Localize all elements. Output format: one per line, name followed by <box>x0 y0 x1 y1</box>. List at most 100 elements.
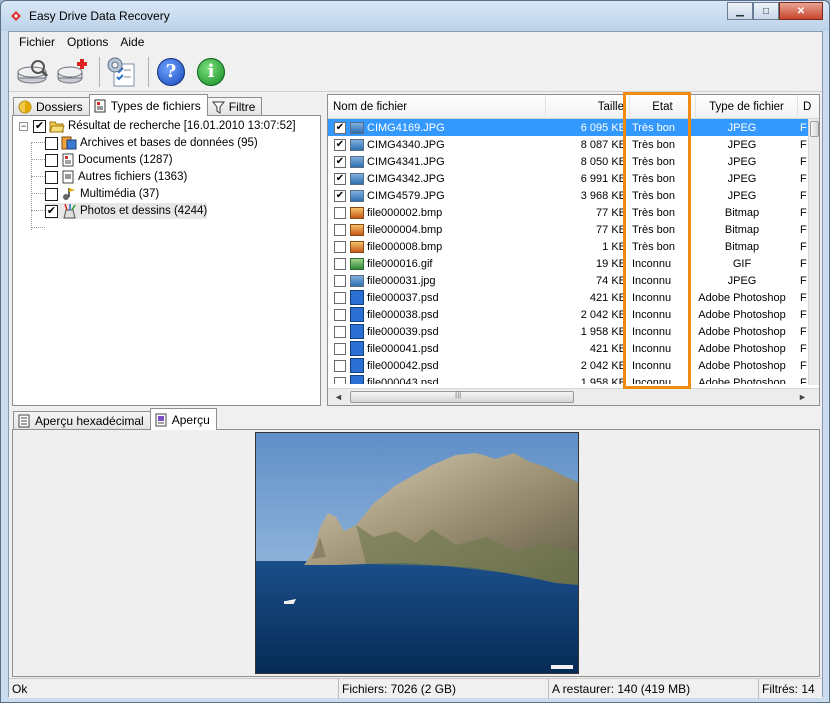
column-header-state[interactable]: Etat <box>630 95 696 119</box>
column-header-size[interactable]: Taille <box>546 95 630 119</box>
row-icon-cell <box>350 340 366 357</box>
file-name: file000004.bmp <box>367 223 443 236</box>
row-checkbox[interactable] <box>334 325 346 338</box>
preview-icon <box>155 413 167 426</box>
gif-file-icon <box>350 257 364 270</box>
multimedia-icon <box>63 188 75 200</box>
row-checkbox[interactable] <box>334 376 346 384</box>
tab-apercu[interactable]: Aperçu <box>149 408 217 430</box>
maximize-button[interactable]: □ <box>753 2 779 20</box>
collapse-toggle[interactable]: − <box>19 121 28 131</box>
tree-item-checkbox[interactable]: ✔ <box>45 204 58 218</box>
help-icon: ? <box>157 57 185 86</box>
add-drive-button[interactable] <box>55 55 91 89</box>
row-icon-cell <box>350 255 366 272</box>
table-row[interactable]: ✔ CIMG4169.JPG 6 095 KB Très bon JPEG F <box>328 119 808 136</box>
column-header-name[interactable]: Nom de fichier <box>328 95 546 119</box>
help-button[interactable]: ? <box>153 55 189 89</box>
menu-options[interactable]: Options <box>61 35 114 49</box>
row-checkbox[interactable]: ✔ <box>334 138 346 151</box>
psd-file-icon <box>350 358 364 373</box>
table-row[interactable]: file000016.gif 19 KB Inconnu GIF F <box>328 255 808 272</box>
tab-apercu-hexadecimal[interactable]: Aperçu hexadécimal <box>13 411 151 430</box>
tree-root-checkbox[interactable]: ✔ <box>33 119 46 133</box>
tab-filtre[interactable]: Filtre <box>206 97 263 116</box>
row-checkbox[interactable] <box>334 257 346 270</box>
table-row[interactable]: file000043.psd 1 958 KB Inconnu Adobe Photo… <box>328 374 808 384</box>
file-name: CIMG4579.JPG <box>367 189 445 202</box>
scroll-left-arrow-icon[interactable]: ◄ <box>334 392 343 402</box>
jpg-file-icon <box>350 155 364 168</box>
table-row[interactable]: file000042.psd 2 042 KB Inconnu Adobe Photo… <box>328 357 808 374</box>
tab-types-de-fichiers[interactable]: Types de fichiers <box>88 94 208 116</box>
table-row[interactable]: file000004.bmp 77 KB Très bon Bitmap F <box>328 221 808 238</box>
horizontal-scrollbar[interactable]: ◄ ||| ► <box>328 388 819 405</box>
tree-item-multimedia[interactable]: Multimédia (37) <box>45 186 159 202</box>
row-checkbox[interactable]: ✔ <box>334 121 346 134</box>
vertical-scrollbar[interactable] <box>808 119 819 385</box>
table-row[interactable]: file000041.psd 421 KB Inconnu Adobe Photosh… <box>328 340 808 357</box>
table-row[interactable]: file000038.psd 2 042 KB Inconnu Adobe Photo… <box>328 306 808 323</box>
row-checkbox[interactable] <box>334 342 346 355</box>
tree-root[interactable]: − ✔ Résultat de recherche [16.01.2010 13… <box>19 118 296 134</box>
table-row[interactable]: ✔ CIMG4340.JPG 8 087 KB Très bon JPEG F <box>328 136 808 153</box>
preview-pane <box>12 429 820 677</box>
tree-item-autres[interactable]: Autres fichiers (1363) <box>45 169 187 185</box>
row-checkbox[interactable]: ✔ <box>334 189 346 202</box>
menu-fichier[interactable]: Fichier <box>13 35 61 49</box>
table-row[interactable]: ✔ CIMG4342.JPG 6 991 KB Très bon JPEG F <box>328 170 808 187</box>
file-extra-column: F <box>800 325 807 338</box>
title-bar[interactable]: Easy Drive Data Recovery ▁ □ ✕ <box>1 1 829 31</box>
table-row[interactable]: file000039.psd 1 958 KB Inconnu Adobe Photo… <box>328 323 808 340</box>
row-checkbox[interactable]: ✔ <box>334 172 346 185</box>
table-row[interactable]: ✔ CIMG4579.JPG 3 968 KB Très bon JPEG F <box>328 187 808 204</box>
file-extra-column: F <box>800 155 807 168</box>
column-header-type[interactable]: Type de fichier <box>696 95 798 119</box>
row-icon-cell <box>350 323 366 340</box>
tree-item-checkbox[interactable] <box>45 153 58 167</box>
tab-dossiers[interactable]: Dossiers <box>13 97 90 116</box>
column-header-d[interactable]: D <box>798 95 819 119</box>
tree-item-checkbox[interactable] <box>45 170 58 184</box>
file-type: Adobe Photoshop <box>698 325 786 338</box>
drive-add-icon <box>57 58 87 83</box>
row-checkbox[interactable] <box>334 308 346 321</box>
horizontal-scroll-thumb[interactable]: ||| <box>350 390 574 403</box>
table-row[interactable]: file000037.psd 421 KB Inconnu Adobe Photosh… <box>328 289 808 306</box>
row-checkbox-cell: ✔ <box>334 187 350 204</box>
tree-guide-line <box>31 210 45 211</box>
status-ok: Ok <box>9 679 339 699</box>
menu-aide[interactable]: Aide <box>114 35 150 49</box>
psd-file-icon <box>350 290 364 305</box>
row-checkbox[interactable] <box>334 291 346 304</box>
settings-button[interactable] <box>104 55 140 89</box>
tree-root-label: Résultat de recherche [16.01.2010 13:07:… <box>68 120 296 132</box>
row-checkbox[interactable] <box>334 206 346 219</box>
file-state: Inconnu <box>632 257 672 270</box>
table-row[interactable]: file000002.bmp 77 KB Très bon Bitmap F <box>328 204 808 221</box>
file-list: Nom de fichier Taille Etat Type de fichi… <box>327 94 820 406</box>
scroll-right-arrow-icon[interactable]: ► <box>798 392 807 402</box>
row-checkbox[interactable] <box>334 274 346 287</box>
file-extra-column: F <box>800 121 807 134</box>
scan-drive-button[interactable] <box>15 55 51 89</box>
file-name: file000008.bmp <box>367 240 443 253</box>
tree-item-checkbox[interactable] <box>45 187 58 201</box>
table-row[interactable]: ✔ CIMG4341.JPG 8 050 KB Très bon JPEG F <box>328 153 808 170</box>
file-type: Bitmap <box>724 223 760 236</box>
vertical-scroll-thumb[interactable] <box>810 121 819 137</box>
row-checkbox[interactable] <box>334 223 346 236</box>
tree-item-checkbox[interactable] <box>45 136 58 150</box>
tree-item-documents[interactable]: Documents (1287) <box>45 152 173 168</box>
close-button[interactable]: ✕ <box>779 2 823 20</box>
tree-item-photos[interactable]: ✔ Photos et dessins (4244) <box>45 203 208 219</box>
tree-item-archives[interactable]: Archives et bases de données (95) <box>45 135 258 151</box>
table-row[interactable]: file000031.jpg 74 KB Inconnu JPEG F <box>328 272 808 289</box>
table-row[interactable]: file000008.bmp 1 KB Très bon Bitmap F <box>328 238 808 255</box>
row-checkbox[interactable] <box>334 240 346 253</box>
row-checkbox-cell <box>334 340 350 357</box>
info-button[interactable]: i <box>193 55 229 89</box>
minimize-button[interactable]: ▁ <box>727 2 753 20</box>
row-checkbox[interactable]: ✔ <box>334 155 346 168</box>
row-checkbox[interactable] <box>334 359 346 372</box>
